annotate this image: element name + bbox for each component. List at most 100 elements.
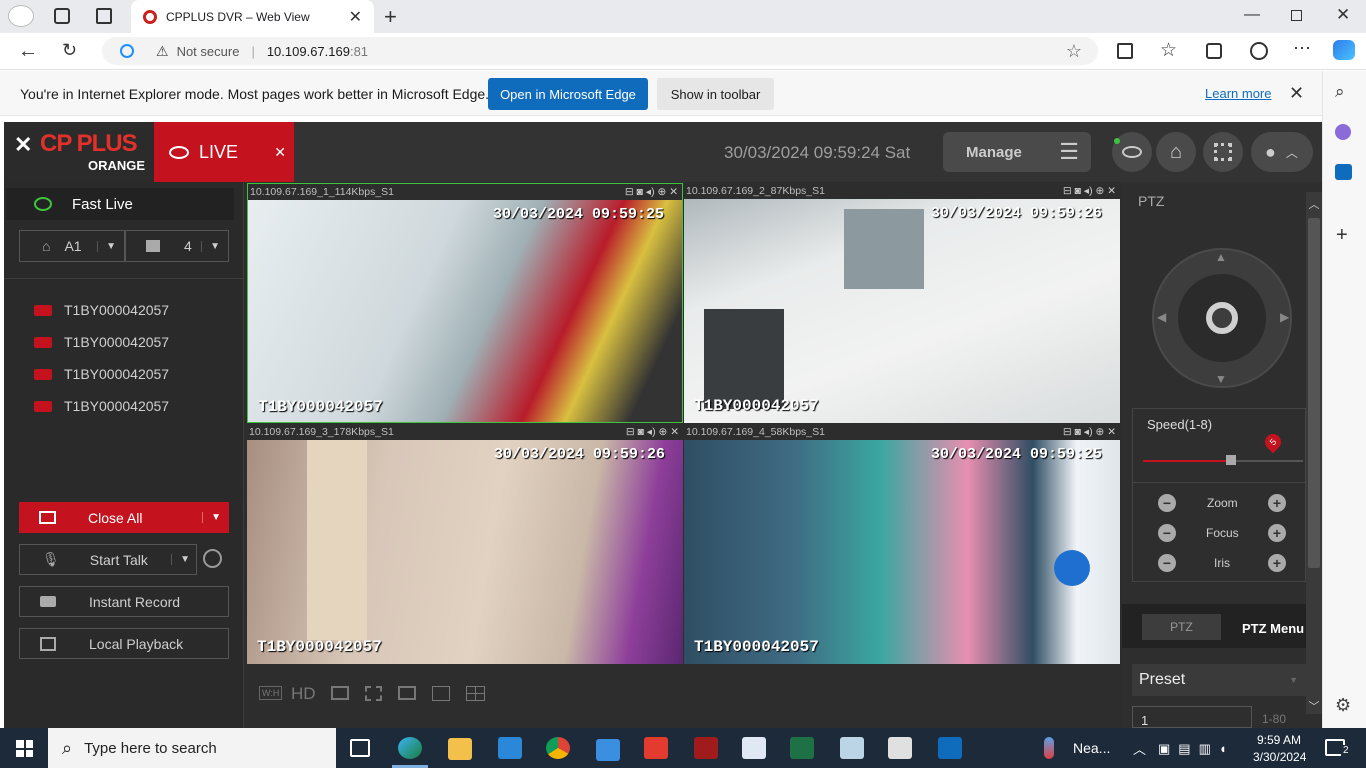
- new-tab-button[interactable]: +: [384, 4, 397, 30]
- restore-button[interactable]: [1291, 10, 1302, 21]
- video-tile[interactable]: 10.109.67.169_3_178Kbps_S1 ⊟ ◙ ◂) ⊕ ✕ 30/…: [247, 424, 683, 664]
- sidebar-search-icon[interactable]: ⌕: [1335, 82, 1345, 102]
- device-item[interactable]: T1BY000042057: [4, 334, 169, 350]
- security-label[interactable]: Not secure: [177, 44, 240, 59]
- refresh-icon[interactable]: ↻: [62, 40, 77, 61]
- anydesk-icon[interactable]: [644, 737, 668, 759]
- open-in-edge-button[interactable]: Open in Microsoft Edge: [488, 78, 648, 110]
- edge-taskbar-icon[interactable]: [398, 737, 422, 759]
- home-button[interactable]: ⌂: [1156, 132, 1196, 172]
- file-explorer-icon[interactable]: [448, 738, 472, 760]
- clock-date[interactable]: 3/30/2024: [1253, 750, 1306, 764]
- iris-close-button[interactable]: −: [1158, 554, 1176, 572]
- zoom-out-button[interactable]: −: [1158, 494, 1176, 512]
- profile-icon[interactable]: [8, 5, 34, 27]
- sidebar-outlook-icon[interactable]: [1335, 164, 1352, 180]
- split-screen-icon[interactable]: [1117, 43, 1133, 59]
- ptz-right-icon[interactable]: ▶: [1280, 310, 1289, 324]
- taskbar-search[interactable]: ⌕ Type here to search: [48, 728, 336, 768]
- windows-start-icon[interactable]: [16, 740, 33, 757]
- workspaces-icon[interactable]: [54, 8, 70, 24]
- instant-record-button[interactable]: Instant Record: [19, 586, 229, 617]
- mail-icon[interactable]: [596, 739, 620, 761]
- preset-select[interactable]: Preset ▼: [1132, 664, 1306, 696]
- browser-tab[interactable]: CPPLUS DVR – Web View ✕: [131, 0, 374, 33]
- tile-controls-icon[interactable]: ⊟ ◙ ◂) ⊕ ✕: [626, 426, 679, 438]
- close-ie-bar-icon[interactable]: ✕: [1289, 83, 1304, 104]
- sidebar-settings-icon[interactable]: ⚙: [1335, 695, 1351, 716]
- outlook-icon[interactable]: [938, 737, 962, 759]
- copilot-icon[interactable]: [1333, 40, 1355, 60]
- zoom-in-button[interactable]: +: [1268, 494, 1286, 512]
- ie-mode-icon[interactable]: [120, 44, 134, 58]
- qr-code-button[interactable]: [1203, 132, 1243, 172]
- clock-time[interactable]: 9:59 AM: [1257, 733, 1301, 747]
- sidebar-add-icon[interactable]: +: [1336, 224, 1348, 247]
- fullscreen-icon[interactable]: [365, 686, 382, 701]
- tile-controls-icon[interactable]: ⊟ ◙ ◂) ⊕ ✕: [1063, 426, 1116, 438]
- close-live-icon[interactable]: ✕: [274, 144, 286, 161]
- store-icon[interactable]: [498, 737, 522, 759]
- sidebar-discover-icon[interactable]: [1335, 124, 1351, 140]
- video-tile[interactable]: 10.109.67.169_2_87Kbps_S1 ⊟ ◙ ◂) ⊕ ✕ 30/0…: [684, 183, 1120, 423]
- preset-number-input[interactable]: 1: [1132, 706, 1252, 728]
- start-talk-button[interactable]: 🎙 Start Talk ▼: [19, 544, 197, 575]
- local-playback-button[interactable]: Local Playback: [19, 628, 229, 659]
- favorites-icon[interactable]: ☆: [1160, 39, 1177, 62]
- scroll-up-icon[interactable]: ︿: [1306, 196, 1322, 212]
- focus-in-button[interactable]: +: [1268, 524, 1286, 542]
- task-view-icon[interactable]: [350, 739, 370, 757]
- document-icon[interactable]: [888, 737, 912, 759]
- scroll-thumb[interactable]: [1308, 218, 1320, 568]
- talk-toggle[interactable]: [203, 549, 222, 568]
- user-menu-button[interactable]: ● ︿: [1251, 132, 1313, 172]
- weather-text[interactable]: Nea...: [1073, 740, 1110, 756]
- tab-ptz-menu[interactable]: PTZ Menu: [1242, 621, 1304, 636]
- iris-open-button[interactable]: +: [1268, 554, 1286, 572]
- extensions-icon[interactable]: [1250, 42, 1268, 60]
- tile-controls-icon[interactable]: ⊟ ◙ ◂) ⊕ ✕: [625, 186, 678, 198]
- favorite-star-icon[interactable]: ☆: [1066, 41, 1082, 62]
- group-select[interactable]: ⌂ A1 ▼: [19, 230, 125, 262]
- chevron-down-icon[interactable]: ▼: [202, 512, 221, 523]
- notepad-icon[interactable]: [742, 737, 766, 759]
- collections-icon[interactable]: [1206, 43, 1222, 59]
- weather-icon[interactable]: [1044, 737, 1054, 759]
- fast-live-header[interactable]: Fast Live: [6, 188, 234, 220]
- close-all-button[interactable]: Close All ▼: [19, 502, 229, 533]
- show-in-toolbar-button[interactable]: Show in toolbar: [657, 78, 774, 110]
- ptz-scrollbar[interactable]: ︿ ﹀: [1306, 192, 1322, 714]
- scroll-down-icon[interactable]: ﹀: [1306, 698, 1322, 714]
- ptz-center-button[interactable]: [1206, 302, 1238, 334]
- live-tab[interactable]: LIVE ✕: [154, 122, 294, 182]
- quad-view-icon[interactable]: [466, 686, 485, 701]
- video-tile[interactable]: 10.109.67.169_1_114Kbps_S1 ⊟ ◙ ◂) ⊕ ✕ 30/…: [247, 183, 683, 423]
- device-item[interactable]: T1BY000042057: [4, 366, 169, 382]
- tab-actions-icon[interactable]: [96, 8, 112, 24]
- layout-select[interactable]: 4 ▼: [125, 230, 229, 262]
- ptz-up-icon[interactable]: ▲: [1215, 250, 1227, 264]
- more-options-icon[interactable]: ⋯: [1293, 38, 1311, 59]
- close-tab-icon[interactable]: ✕: [349, 7, 362, 27]
- focus-out-button[interactable]: −: [1158, 524, 1176, 542]
- ratio-icon[interactable]: [331, 686, 349, 700]
- ptz-direction-pad[interactable]: ▲ ▼ ◀ ▶: [1152, 248, 1292, 388]
- ptz-left-icon[interactable]: ◀: [1157, 310, 1166, 324]
- app-icon[interactable]: [694, 737, 718, 759]
- ptz-down-icon[interactable]: ▼: [1215, 372, 1227, 386]
- manage-button[interactable]: Manage ☰: [943, 132, 1091, 172]
- device-item[interactable]: T1BY000042057: [4, 398, 169, 414]
- excel-icon[interactable]: [790, 737, 814, 759]
- chrome-icon[interactable]: [546, 737, 570, 759]
- tray-icons[interactable]: ▣▤▥◖: [1158, 741, 1235, 757]
- minimize-button[interactable]: —: [1244, 6, 1260, 24]
- chevron-down-icon[interactable]: ▼: [171, 554, 190, 565]
- device-item[interactable]: T1BY000042057: [4, 302, 169, 318]
- hd-button[interactable]: HD: [291, 684, 316, 704]
- back-icon[interactable]: ←: [18, 40, 38, 63]
- tab-ptz[interactable]: PTZ: [1142, 614, 1221, 640]
- speed-slider-handle[interactable]: [1226, 455, 1236, 465]
- tile-controls-icon[interactable]: ⊟ ◙ ◂) ⊕ ✕: [1063, 185, 1116, 197]
- close-window-button[interactable]: ✕: [1336, 5, 1350, 25]
- aspect-ratio-button[interactable]: W:H: [259, 686, 283, 700]
